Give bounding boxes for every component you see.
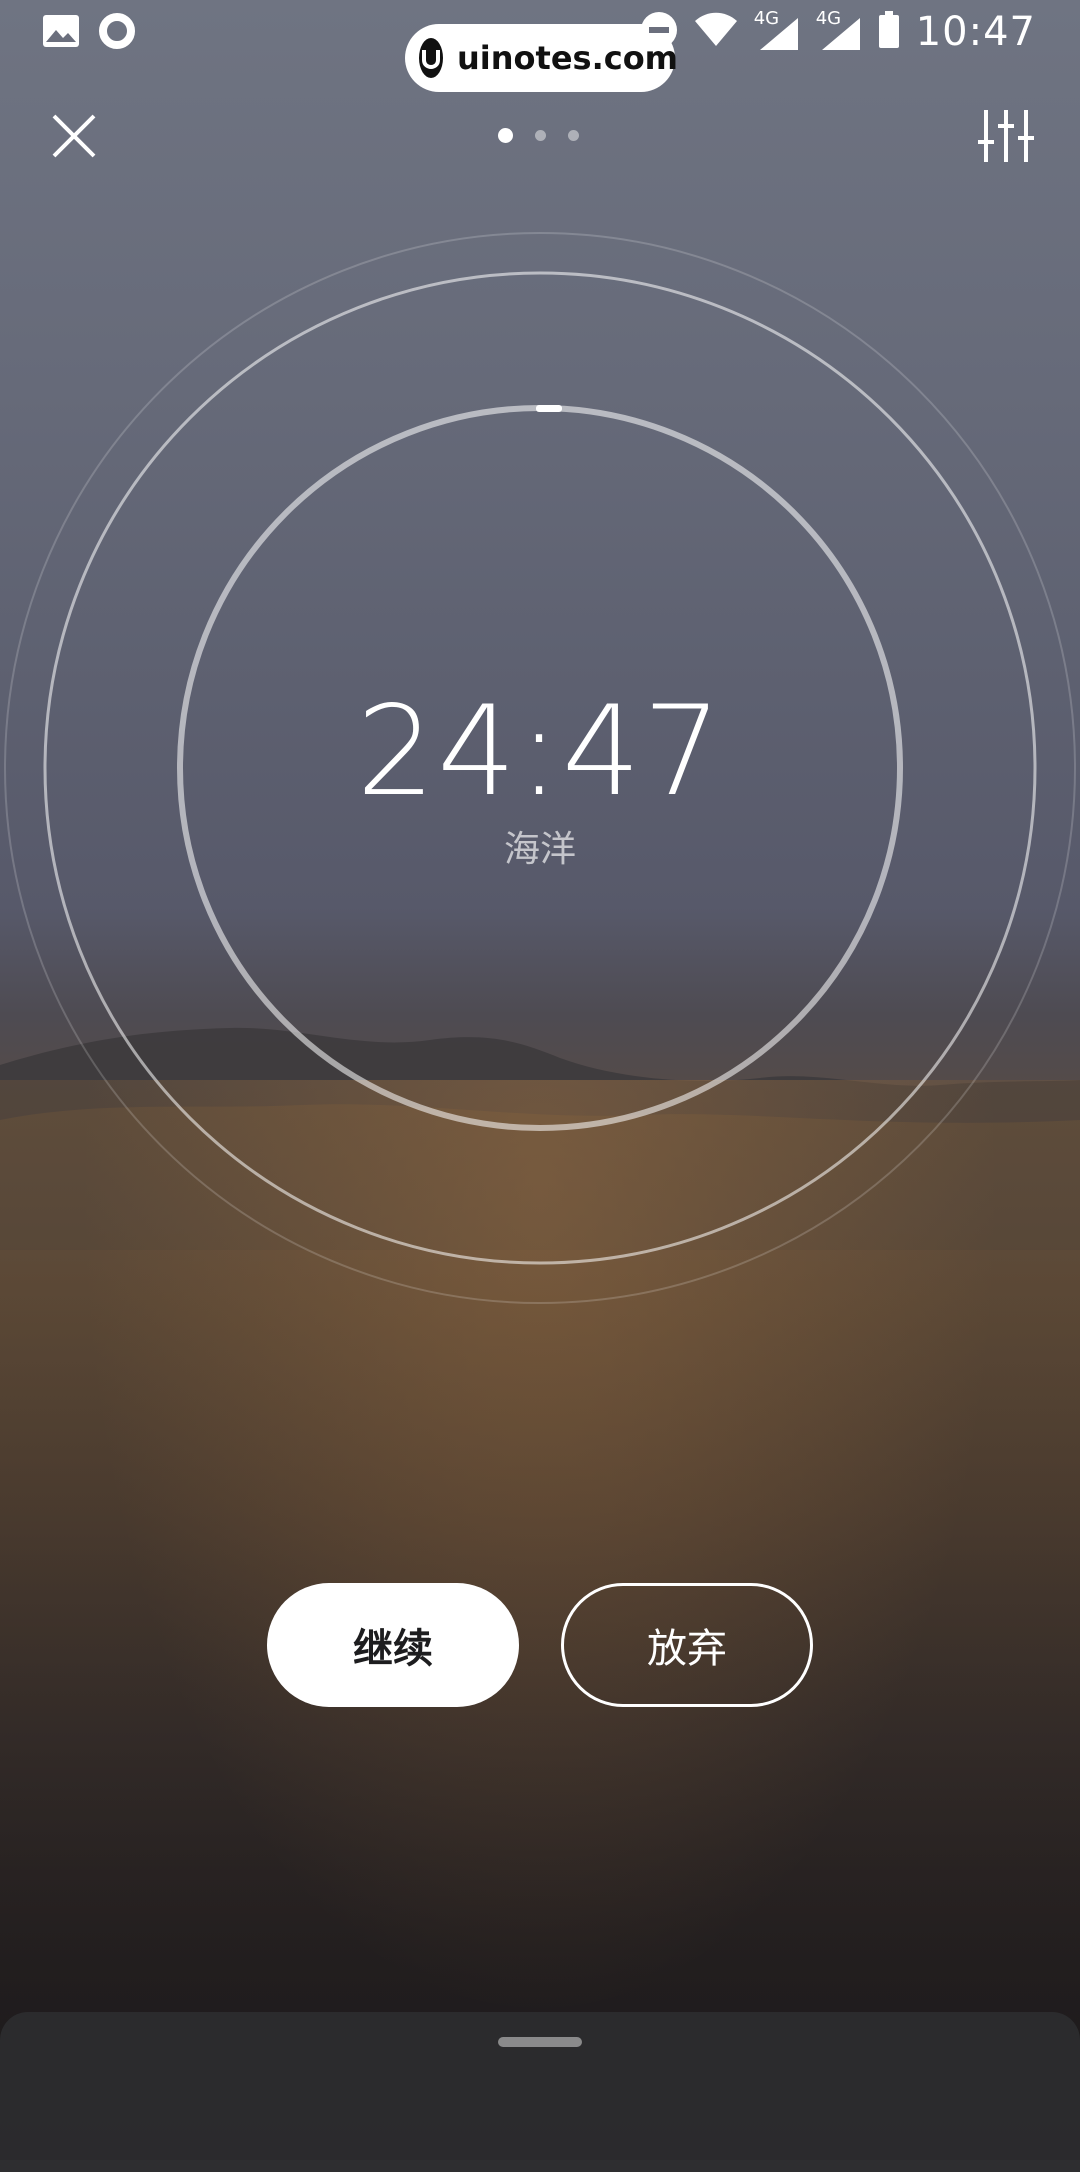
signal-icon: 4G — [816, 8, 862, 52]
give-up-button[interactable]: 放弃 — [561, 1583, 813, 1707]
page-indicator — [498, 128, 579, 143]
sound-settings-button[interactable] — [976, 106, 1036, 166]
countdown-time: 24:47 — [356, 680, 724, 824]
battery-icon — [878, 11, 900, 53]
close-button[interactable] — [46, 108, 102, 164]
wifi-icon — [694, 12, 738, 52]
close-icon — [52, 114, 96, 158]
equalizer-icon — [978, 110, 1034, 162]
circle-notification-icon — [98, 12, 136, 54]
page-dot — [535, 130, 546, 141]
watermark-badge: uinotes.com — [405, 24, 678, 92]
progress-indicator — [536, 405, 562, 412]
status-bar: uinotes.com 4G 4G 10:47 — [0, 0, 1080, 92]
sheet-drag-handle[interactable] — [498, 2037, 582, 2047]
gallery-icon — [42, 14, 80, 52]
watermark-logo-icon — [419, 38, 443, 78]
sound-name: 海洋 — [503, 829, 576, 870]
signal-icon: 4G — [754, 8, 800, 52]
do-not-disturb-icon — [640, 11, 678, 53]
continue-button[interactable]: 继续 — [267, 1583, 519, 1707]
status-time: 10:47 — [915, 9, 1036, 55]
page-dot — [568, 130, 579, 141]
page-dot-active — [498, 128, 513, 143]
bottom-sheet[interactable] — [0, 2012, 1080, 2172]
